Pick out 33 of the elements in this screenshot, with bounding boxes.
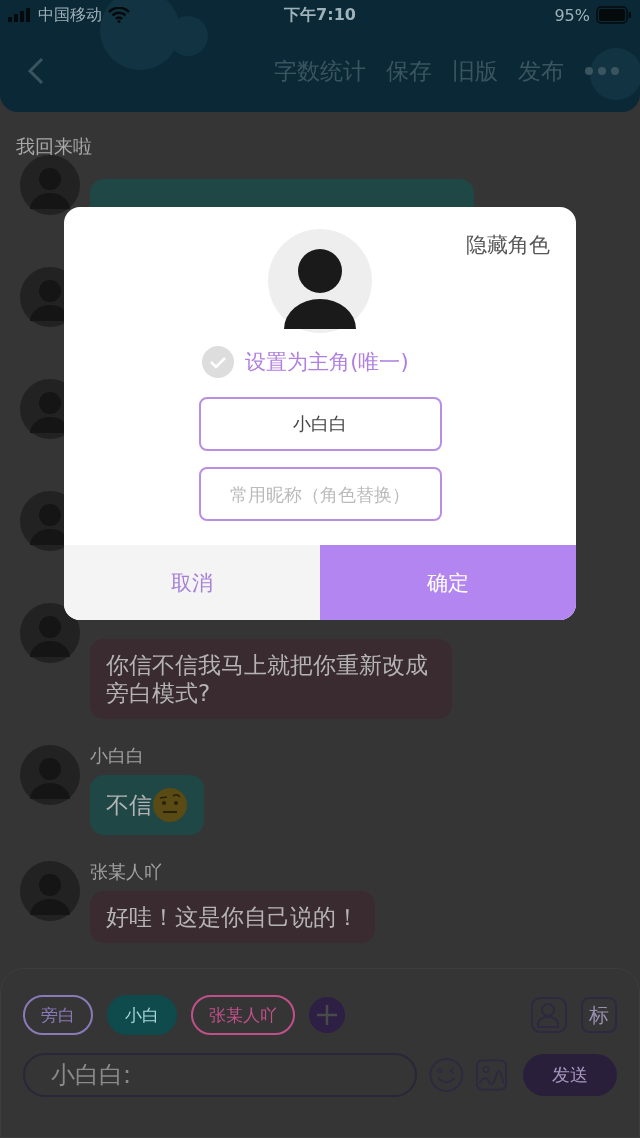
add-icon[interactable]	[309, 997, 345, 1033]
carrier-name: 中国移动	[38, 4, 102, 26]
main-role-label: 设置为主角(唯一)	[245, 349, 409, 376]
skeptical-face-icon	[152, 787, 188, 823]
wifi-icon	[108, 7, 130, 23]
sender-name: 张某人吖	[90, 861, 162, 883]
battery-percent: 95%	[554, 5, 590, 25]
cancel-button[interactable]: 取消	[64, 545, 320, 620]
back-icon[interactable]	[26, 56, 46, 86]
tag-button[interactable]: 标	[581, 997, 617, 1033]
avatar	[20, 603, 80, 663]
avatar	[20, 861, 80, 921]
sender-name: 小白白	[90, 745, 144, 767]
signal-icon	[8, 8, 32, 22]
checkbox[interactable]	[201, 345, 236, 379]
message-input[interactable]: 小白白:	[23, 1053, 417, 1097]
role-chip[interactable]: 张某人吖	[191, 995, 295, 1035]
role-chip[interactable]: 小白	[107, 995, 177, 1035]
name-input[interactable]: 小白白	[198, 397, 442, 451]
confirm-button[interactable]: 确定	[320, 545, 576, 620]
status-time: 下午7:10	[284, 4, 356, 26]
hide-role-link[interactable]: 隐藏角色	[466, 231, 550, 259]
avatar	[20, 745, 80, 805]
battery-icon	[596, 6, 632, 24]
message-text: 好哇！这是你自己说的！	[106, 903, 359, 931]
role-chip[interactable]: 旁白	[23, 995, 93, 1035]
message-text: 你信不信我马上就把你重新改成旁白模式?	[106, 651, 429, 707]
story-title: 我回来啦	[15, 134, 93, 159]
nickname-input[interactable]: 常用昵称（角色替换）	[198, 467, 442, 521]
message-text: 不信	[106, 791, 152, 819]
avatar	[20, 155, 80, 215]
send-button[interactable]: 发送	[522, 1054, 617, 1096]
more-icon[interactable]	[584, 66, 620, 76]
